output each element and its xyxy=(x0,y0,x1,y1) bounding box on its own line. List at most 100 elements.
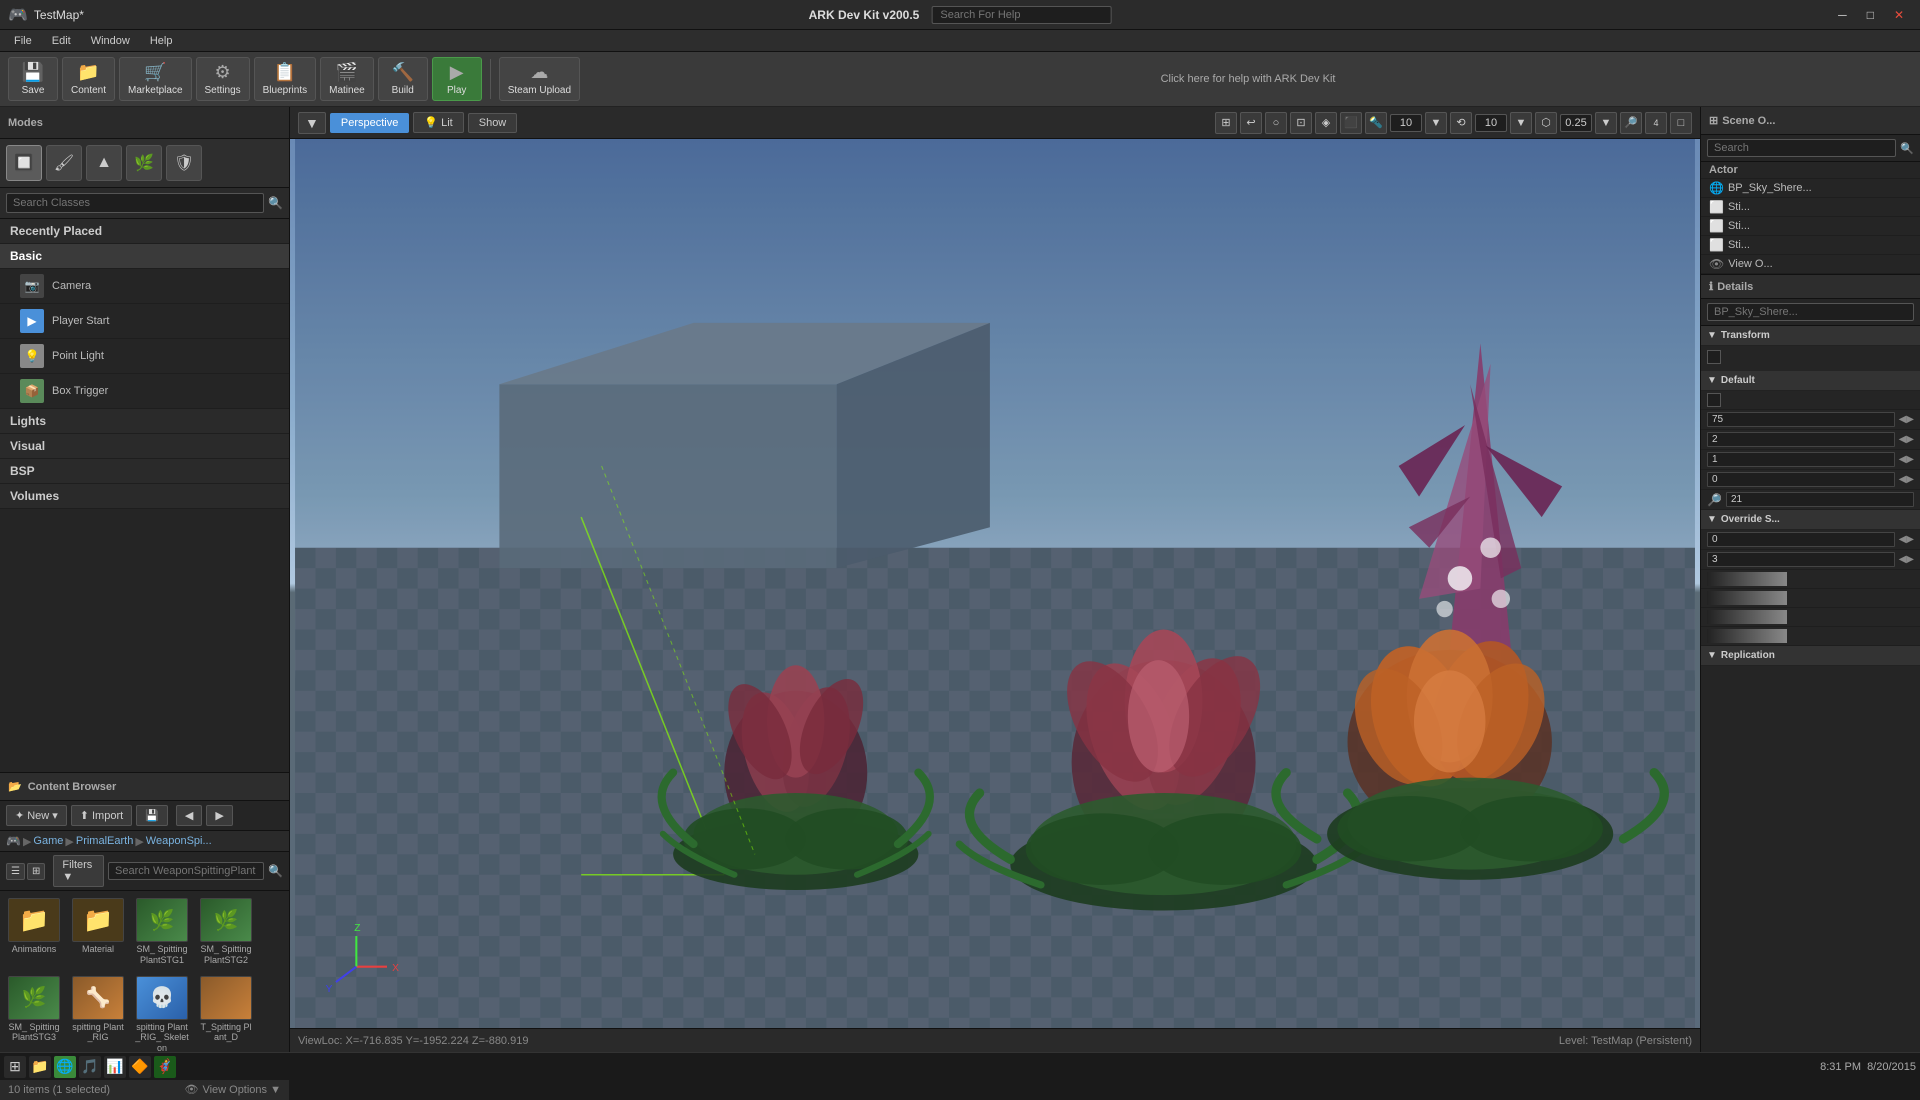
cb-asset-t-plant-d[interactable]: T_Spitting Plant_D xyxy=(196,973,256,1056)
vp-ctrl-11[interactable]: ⬡ xyxy=(1535,112,1557,134)
vp-ctrl-1[interactable]: ⊞ xyxy=(1215,112,1237,134)
prop-val-2[interactable] xyxy=(1707,432,1895,447)
show-btn[interactable]: Show xyxy=(468,113,518,133)
category-basic[interactable]: Basic xyxy=(0,244,289,269)
cb-asset-spitting-skel[interactable]: 💀 spitting Plant_RIG_ Skeleton xyxy=(132,973,192,1056)
category-bsp[interactable]: BSP xyxy=(0,459,289,484)
vp-ctrl-3[interactable]: ○ xyxy=(1265,112,1287,134)
start-btn[interactable]: ⊞ xyxy=(4,1056,26,1078)
breadcrumb-weaponspi[interactable]: WeaponSpi... xyxy=(146,835,212,847)
placement-item-camera[interactable]: 📷 Camera xyxy=(0,269,289,304)
view-options-label[interactable]: View Options ▼ xyxy=(202,1084,281,1096)
menu-help[interactable]: Help xyxy=(140,33,183,49)
default-section[interactable]: ▼ Default xyxy=(1701,371,1920,391)
cb-asset-material-folder[interactable]: 📁 Material xyxy=(68,895,128,969)
content-button[interactable]: 📁 Content xyxy=(62,57,115,101)
breadcrumb-game[interactable]: Game xyxy=(33,835,63,847)
build-button[interactable]: 🔨 Build xyxy=(378,57,428,101)
transform-checkbox[interactable] xyxy=(1707,350,1721,364)
mode-geometry[interactable]: 🛡 xyxy=(166,145,202,181)
category-visual[interactable]: Visual xyxy=(0,434,289,459)
menu-file[interactable]: File xyxy=(4,33,42,49)
epic-btn[interactable]: 🔶 xyxy=(129,1056,151,1078)
scene-item-sti1[interactable]: ⬜ Sti... xyxy=(1701,198,1920,217)
prop-val-0[interactable] xyxy=(1707,472,1895,487)
vp-ctrl-13[interactable]: 🔎 xyxy=(1620,112,1642,134)
vp-ctrl-12[interactable]: ▼ xyxy=(1595,112,1617,134)
vp-ctrl-5[interactable]: ◈ xyxy=(1315,112,1337,134)
chrome-btn[interactable]: 🌐 xyxy=(54,1056,76,1078)
category-recently-placed[interactable]: Recently Placed xyxy=(0,219,289,244)
file-explorer-btn[interactable]: 📁 xyxy=(29,1056,51,1078)
steam-upload-button[interactable]: ☁ Steam Upload xyxy=(499,57,580,101)
scene-item-sti3[interactable]: ⬜ Sti... xyxy=(1701,236,1920,255)
vp-ctrl-8[interactable]: ▼ xyxy=(1425,112,1447,134)
mode-landscape[interactable]: ▲ xyxy=(86,145,122,181)
placement-item-player-start[interactable]: ▶ Player Start xyxy=(0,304,289,339)
replication-section[interactable]: ▼ Replication xyxy=(1701,646,1920,666)
vp-ctrl-14[interactable]: 4 xyxy=(1645,112,1667,134)
lit-btn[interactable]: 💡 Lit xyxy=(413,112,463,133)
close-btn[interactable]: ✕ xyxy=(1886,6,1912,24)
transform-section[interactable]: ▼ Transform xyxy=(1701,326,1920,346)
play-button[interactable]: ▶ Play xyxy=(432,57,482,101)
vp-ctrl-10[interactable]: ▼ xyxy=(1510,112,1532,134)
prop-check-1[interactable] xyxy=(1707,393,1721,407)
music-btn[interactable]: 🎵 xyxy=(79,1056,101,1078)
cb-search-input[interactable] xyxy=(108,862,264,880)
vp-ctrl-7[interactable]: 🔦 xyxy=(1365,112,1387,134)
cb-asset-sm1[interactable]: 🌿 SM_ Spitting PlantSTG1 xyxy=(132,895,192,969)
cb-filters-button[interactable]: Filters ▼ xyxy=(53,855,104,887)
placement-item-point-light[interactable]: 💡 Point Light xyxy=(0,339,289,374)
viewport-nav-btn[interactable]: ▼ xyxy=(298,112,326,134)
breadcrumb-primalearth[interactable]: PrimalEarth xyxy=(76,835,133,847)
calc-btn[interactable]: 📊 xyxy=(104,1056,126,1078)
mode-placement[interactable]: 🔲 xyxy=(6,145,42,181)
placement-item-box-trigger[interactable]: 📦 Box Trigger xyxy=(0,374,289,409)
mode-foliage[interactable]: 🌿 xyxy=(126,145,162,181)
mode-paint[interactable]: 🖌 xyxy=(46,145,82,181)
category-volumes[interactable]: Volumes xyxy=(0,484,289,509)
scene-search-input[interactable] xyxy=(1707,139,1896,157)
vp-maximize[interactable]: □ xyxy=(1670,112,1692,134)
scale-val[interactable] xyxy=(1726,492,1914,507)
prop-val-1[interactable] xyxy=(1707,452,1895,467)
cb-list-view-button[interactable]: ☰ xyxy=(6,863,25,880)
override-val-1[interactable] xyxy=(1707,532,1895,547)
color-swatch-3[interactable] xyxy=(1707,610,1787,624)
prop-val-75[interactable] xyxy=(1707,412,1895,427)
search-classes-input[interactable] xyxy=(6,193,264,213)
vp-ctrl-4[interactable]: ⊡ xyxy=(1290,112,1312,134)
minimize-btn[interactable]: ─ xyxy=(1830,6,1855,24)
cb-asset-sm2[interactable]: 🌿 SM_ Spitting PlantSTG2 xyxy=(196,895,256,969)
cb-new-button[interactable]: ✦ New ▾ xyxy=(6,805,67,826)
cb-import-button[interactable]: ⬆ Import xyxy=(71,805,132,826)
vp-ctrl-6[interactable]: ⬛ xyxy=(1340,112,1362,134)
matinee-button[interactable]: 🎬 Matinee xyxy=(320,57,374,101)
viewport-canvas[interactable]: X Z Y xyxy=(290,139,1700,1028)
scene-item-bp-sky[interactable]: 🌐 BP_Sky_Shere... xyxy=(1701,179,1920,198)
perspective-btn[interactable]: Perspective xyxy=(330,113,409,133)
scene-item-view-o[interactable]: 👁 View O... xyxy=(1701,255,1920,274)
menu-edit[interactable]: Edit xyxy=(42,33,81,49)
cb-asset-spitting-rig[interactable]: 🦴 spitting Plant_RIG xyxy=(68,973,128,1056)
bp-value-field[interactable] xyxy=(1707,303,1914,321)
vp-ctrl-2[interactable]: ↩ xyxy=(1240,112,1262,134)
ue4-btn[interactable]: 🦸 xyxy=(154,1056,176,1078)
maximize-btn[interactable]: □ xyxy=(1859,6,1882,24)
cb-asset-sm3[interactable]: 🌿 SM_ Spitting PlantSTG3 xyxy=(4,973,64,1056)
vp-ctrl-9[interactable]: ⟲ xyxy=(1450,112,1472,134)
cb-forward-button[interactable]: ▶ xyxy=(206,805,232,826)
override-val-2[interactable] xyxy=(1707,552,1895,567)
blueprints-button[interactable]: 📋 Blueprints xyxy=(254,57,316,101)
cb-grid-view-button[interactable]: ⊞ xyxy=(27,863,45,880)
scene-item-sti2[interactable]: ⬜ Sti... xyxy=(1701,217,1920,236)
override-section[interactable]: ▼ Override S... xyxy=(1701,510,1920,530)
color-swatch-1[interactable] xyxy=(1707,572,1787,586)
color-swatch-4[interactable] xyxy=(1707,629,1787,643)
grid-snap-input-1[interactable] xyxy=(1390,114,1422,132)
menu-window[interactable]: Window xyxy=(81,33,140,49)
color-swatch-2[interactable] xyxy=(1707,591,1787,605)
marketplace-button[interactable]: 🛒 Marketplace xyxy=(119,57,191,101)
search-help-input[interactable] xyxy=(931,6,1111,24)
